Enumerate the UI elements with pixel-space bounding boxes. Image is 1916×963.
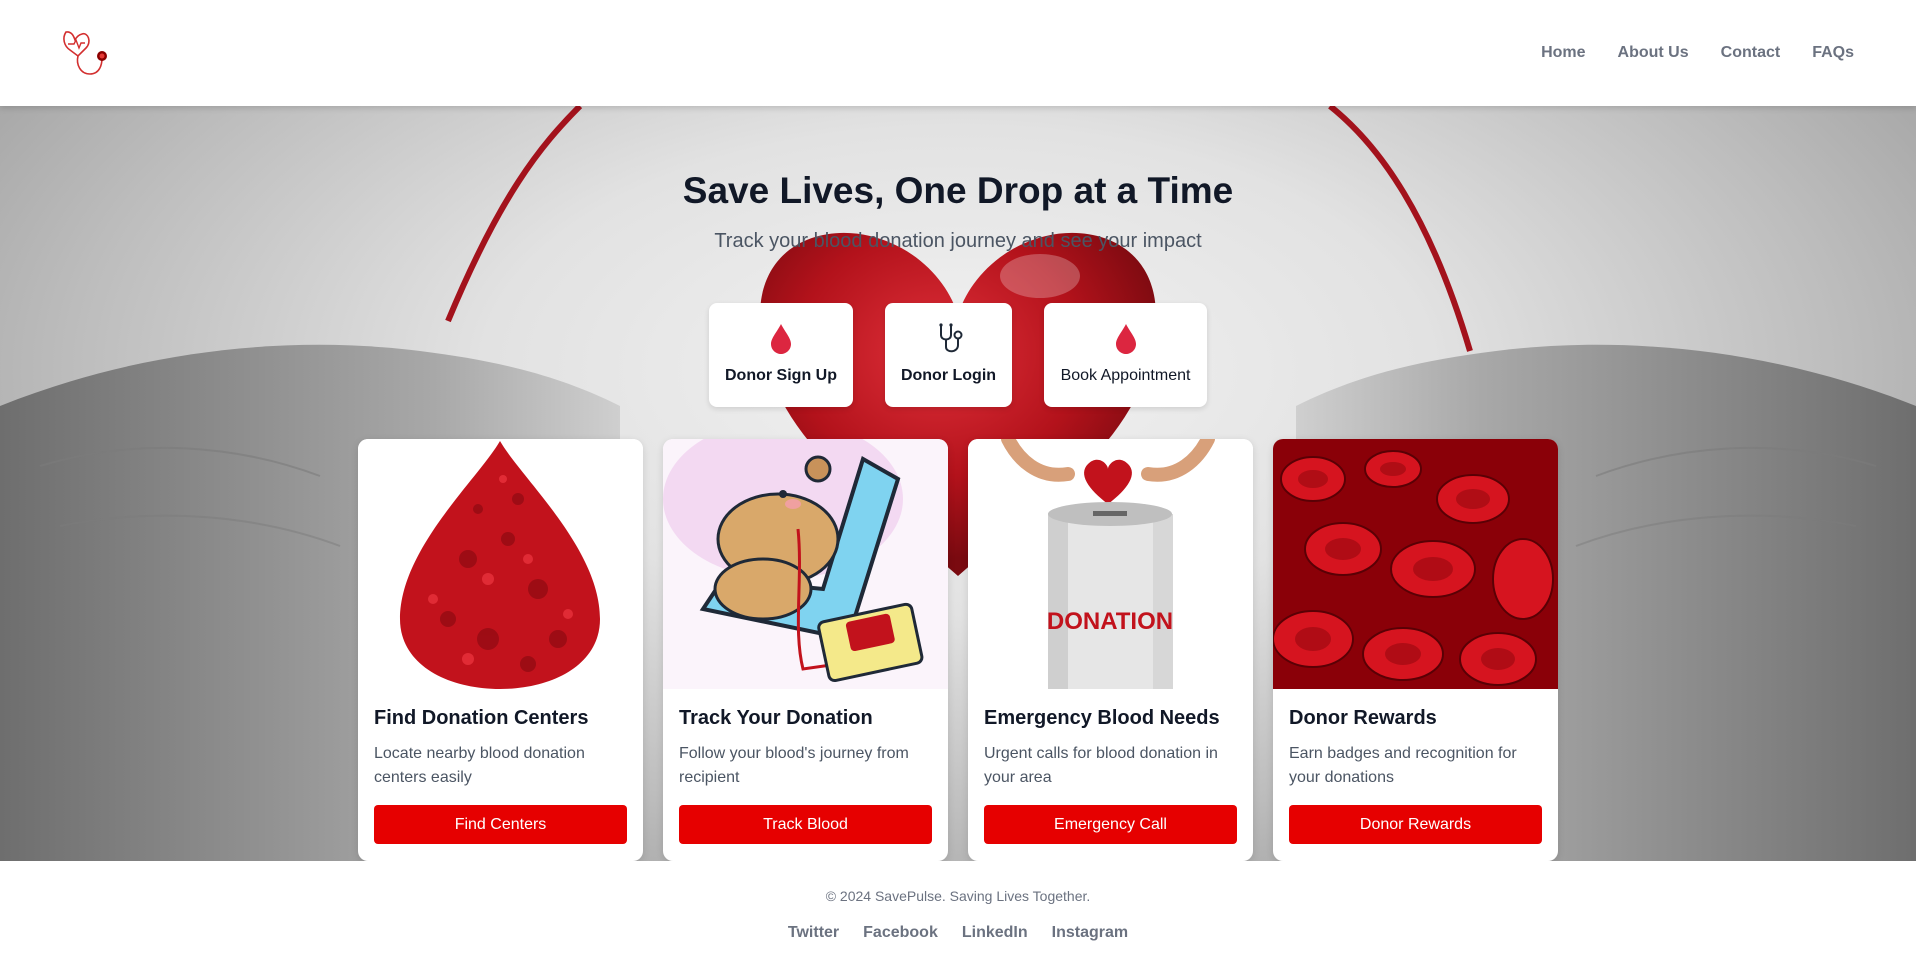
nav-faqs[interactable]: FAQs <box>1812 44 1854 62</box>
linkedin-link[interactable]: LinkedIn <box>962 924 1028 942</box>
card-description: Urgent calls for blood donation in your … <box>984 745 1218 786</box>
track-blood-button[interactable]: Track Blood <box>679 805 932 844</box>
hero-subtitle: Track your blood donation journey and se… <box>714 230 1202 252</box>
emergency-call-button[interactable]: Emergency Call <box>984 805 1237 844</box>
card-title: Find Donation Centers <box>374 707 589 729</box>
book-appointment-button[interactable]: Book Appointment <box>1044 303 1207 407</box>
card-find-donation-centers: Find Donation Centers Locate nearby bloo… <box>358 439 643 861</box>
card-donor-rewards: Donor Rewards Earn badges and recognitio… <box>1273 439 1558 861</box>
donor-sign-up-label: Donor Sign Up <box>725 367 837 384</box>
capybara-donating-image <box>663 439 948 689</box>
donor-rewards-button[interactable]: Donor Rewards <box>1289 805 1542 844</box>
card-description: Locate nearby blood donation centers eas… <box>374 745 585 786</box>
twitter-link[interactable]: Twitter <box>788 924 839 942</box>
site-footer: © 2024 SavePulse. Saving Lives Together.… <box>0 861 1916 963</box>
site-header: Home About Us Contact FAQs <box>0 0 1916 106</box>
nav-home[interactable]: Home <box>1541 44 1585 62</box>
hero-title: Save Lives, One Drop at a Time <box>682 170 1234 211</box>
donation-can-label: DONATION <box>1047 608 1173 635</box>
stethoscope-icon <box>938 323 962 353</box>
donor-login-button[interactable]: Donor Login <box>885 303 1012 407</box>
nav-contact[interactable]: Contact <box>1721 44 1781 62</box>
card-title: Track Your Donation <box>679 707 873 729</box>
donor-sign-up-button[interactable]: Donor Sign Up <box>709 303 853 407</box>
card-track-your-donation: Track Your Donation Follow your blood's … <box>663 439 948 861</box>
card-description: Earn badges and recognition for your don… <box>1289 745 1517 786</box>
stethoscope-heart-logo[interactable] <box>58 24 116 80</box>
card-description: Follow your blood's journey from recipie… <box>679 745 909 786</box>
blood-drop-icon <box>771 324 791 354</box>
card-title: Emergency Blood Needs <box>984 707 1220 729</box>
donation-can-image: DONATION <box>968 439 1253 689</box>
donor-login-label: Donor Login <box>900 367 997 384</box>
facebook-link[interactable]: Facebook <box>863 924 938 942</box>
copyright-text: © 2024 SavePulse. Saving Lives Together. <box>825 888 1091 904</box>
find-centers-button[interactable]: Find Centers <box>374 805 627 844</box>
card-emergency-blood-needs: DONATION Emergency Blood Needs Urgent ca… <box>968 439 1253 861</box>
instagram-link[interactable]: Instagram <box>1052 924 1128 942</box>
red-blood-cells-image <box>1273 439 1558 689</box>
blood-drop-image <box>358 439 643 689</box>
blood-drop-icon <box>1115 324 1136 354</box>
nav-about-us[interactable]: About Us <box>1618 44 1689 62</box>
social-links: Twitter Facebook LinkedIn Instagram <box>0 924 1916 942</box>
hero-background-image <box>0 106 1916 861</box>
hero-section: Save Lives, One Drop at a Time Track you… <box>0 106 1916 861</box>
book-appointment-label: Book Appointment <box>1060 367 1191 384</box>
card-title: Donor Rewards <box>1289 707 1437 729</box>
main-nav: Home About Us Contact FAQs <box>1541 0 1854 106</box>
